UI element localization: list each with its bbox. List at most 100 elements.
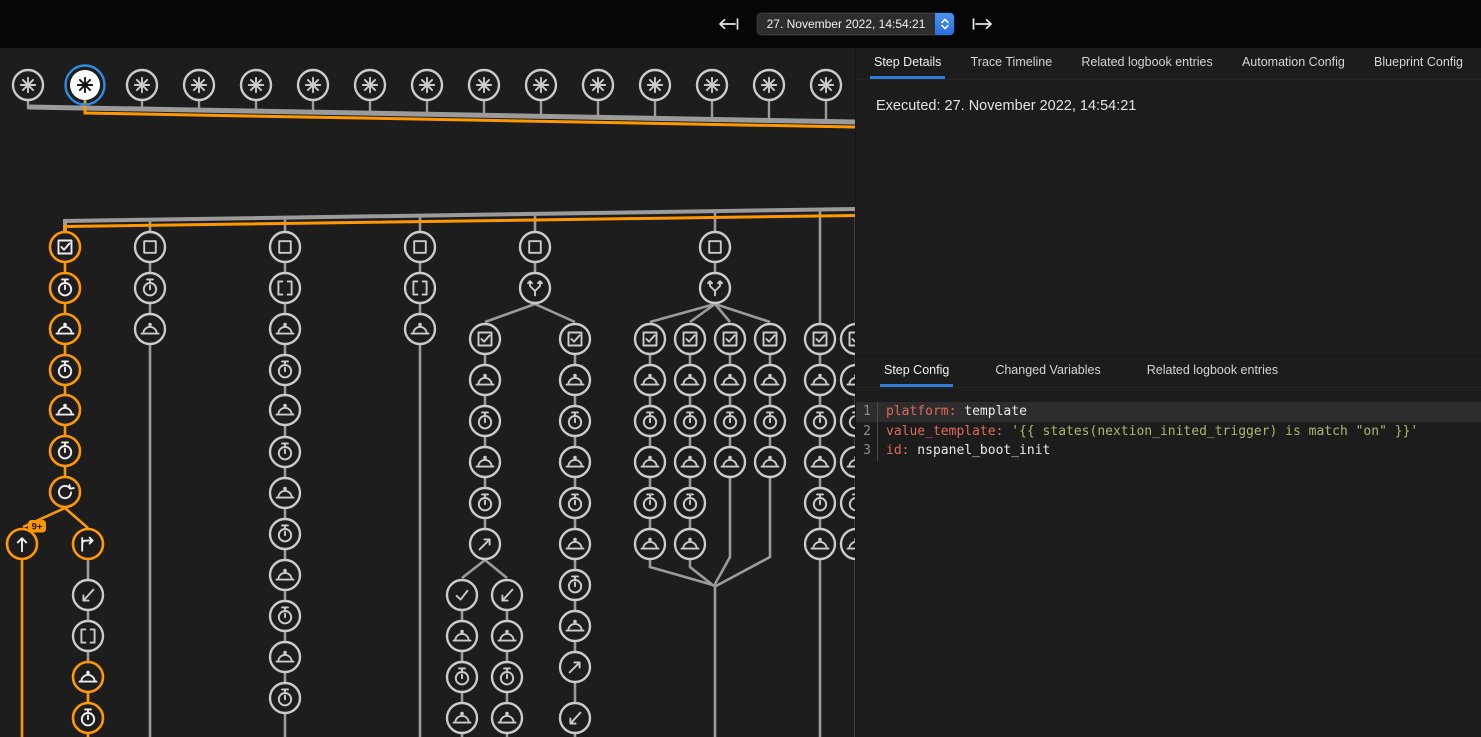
delay-node[interactable]	[470, 488, 500, 518]
delay-node[interactable]	[270, 519, 300, 549]
trigger-node[interactable]	[412, 70, 442, 100]
delay-node[interactable]	[50, 436, 80, 466]
service-node[interactable]	[805, 529, 835, 559]
automation-trace-graph[interactable]: 9+	[0, 0, 855, 737]
trigger-node[interactable]	[526, 70, 556, 100]
choose-node[interactable]	[520, 273, 550, 303]
condition-node[interactable]	[755, 324, 785, 354]
service-node[interactable]	[560, 529, 590, 559]
delay-node[interactable]	[270, 437, 300, 467]
delay-node[interactable]	[805, 488, 835, 518]
delay-node[interactable]	[635, 406, 665, 436]
delay-node[interactable]	[50, 273, 80, 303]
trace-selector[interactable]: 27. November 2022, 14:54:21	[756, 12, 956, 36]
trigger-node[interactable]	[184, 70, 214, 100]
delay-node[interactable]	[755, 406, 785, 436]
service-node[interactable]	[50, 314, 80, 344]
trigger-node[interactable]	[697, 70, 727, 100]
tab-automation-config[interactable]: Automation Config	[1238, 48, 1349, 79]
service-node[interactable]	[715, 447, 745, 477]
service-node[interactable]	[270, 395, 300, 425]
service-node[interactable]	[135, 314, 165, 344]
delay-node[interactable]	[715, 406, 745, 436]
tab-trace-timeline[interactable]: Trace Timeline	[967, 48, 1057, 79]
service-node[interactable]	[805, 365, 835, 395]
service-node[interactable]	[447, 703, 477, 733]
square-node[interactable]	[405, 232, 435, 262]
service-node[interactable]	[560, 365, 590, 395]
arrow-sw-node[interactable]	[492, 580, 522, 610]
service-node[interactable]	[492, 621, 522, 651]
trigger-node[interactable]	[298, 70, 328, 100]
service-node[interactable]	[50, 395, 80, 425]
delay-node[interactable]	[560, 570, 590, 600]
service-node[interactable]	[560, 447, 590, 477]
delay-node[interactable]	[270, 683, 300, 713]
condition-node[interactable]	[841, 324, 855, 354]
trigger-node[interactable]	[754, 70, 784, 100]
service-node[interactable]	[755, 365, 785, 395]
next-trace-button[interactable]	[971, 17, 995, 31]
service-node[interactable]	[635, 447, 665, 477]
service-node[interactable]	[492, 703, 522, 733]
delay-node[interactable]	[73, 703, 103, 733]
arrow-ne-node[interactable]	[560, 652, 590, 682]
service-node[interactable]	[447, 621, 477, 651]
service-node[interactable]	[635, 529, 665, 559]
tab-blueprint-config[interactable]: Blueprint Config	[1370, 48, 1467, 79]
trigger-node[interactable]	[66, 66, 105, 105]
condition-node[interactable]	[560, 324, 590, 354]
brackets-node[interactable]	[73, 621, 103, 651]
tab-step-config[interactable]: Step Config	[880, 356, 953, 387]
service-node[interactable]	[675, 529, 705, 559]
choose-node[interactable]	[700, 273, 730, 303]
square-node[interactable]	[700, 232, 730, 262]
delay-node[interactable]	[841, 488, 855, 518]
service-node[interactable]	[270, 478, 300, 508]
service-node[interactable]	[470, 365, 500, 395]
service-node[interactable]	[675, 447, 705, 477]
trigger-node[interactable]	[469, 70, 499, 100]
service-node[interactable]	[635, 365, 665, 395]
delay-node[interactable]	[805, 406, 835, 436]
previous-trace-button[interactable]	[716, 17, 740, 31]
delay-node[interactable]	[470, 406, 500, 436]
tab-related-logbook-entries[interactable]: Related logbook entries	[1077, 48, 1216, 79]
condition-node[interactable]	[635, 324, 665, 354]
condition-node[interactable]	[715, 324, 745, 354]
delay-node[interactable]	[50, 355, 80, 385]
square-node[interactable]	[270, 232, 300, 262]
service-node[interactable]	[270, 314, 300, 344]
delay-node[interactable]	[635, 488, 665, 518]
trigger-node[interactable]	[241, 70, 271, 100]
trigger-node[interactable]	[127, 70, 157, 100]
square-node[interactable]	[520, 232, 550, 262]
delay-node[interactable]	[560, 488, 590, 518]
service-node[interactable]	[405, 314, 435, 344]
tab-related-logbook-entries[interactable]: Related logbook entries	[1143, 356, 1282, 387]
service-node[interactable]	[270, 560, 300, 590]
service-node[interactable]	[270, 642, 300, 672]
trigger-node[interactable]	[13, 70, 43, 100]
delay-node[interactable]	[841, 406, 855, 436]
delay-node[interactable]	[270, 601, 300, 631]
delay-node[interactable]	[492, 662, 522, 692]
brackets-node[interactable]	[405, 273, 435, 303]
square-node[interactable]	[135, 232, 165, 262]
service-node[interactable]	[715, 365, 745, 395]
condition-node[interactable]	[470, 324, 500, 354]
condition-node[interactable]	[50, 232, 80, 262]
delay-node[interactable]	[447, 662, 477, 692]
delay-node[interactable]	[675, 406, 705, 436]
service-node[interactable]	[755, 447, 785, 477]
service-node[interactable]	[470, 447, 500, 477]
delay-node[interactable]	[560, 406, 590, 436]
service-node[interactable]	[560, 611, 590, 641]
trigger-node[interactable]	[640, 70, 670, 100]
arrow-ne-node[interactable]	[470, 529, 500, 559]
condition-node[interactable]	[805, 324, 835, 354]
service-node[interactable]	[805, 447, 835, 477]
service-node[interactable]	[841, 365, 855, 395]
arrow-sw-node[interactable]	[560, 703, 590, 733]
brackets-node[interactable]	[270, 273, 300, 303]
